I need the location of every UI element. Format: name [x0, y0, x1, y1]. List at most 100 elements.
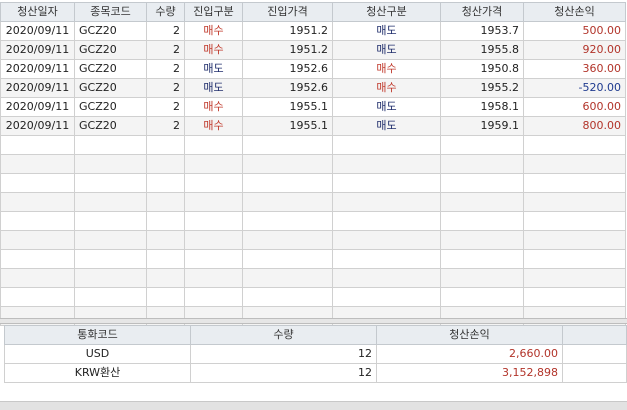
empty-cell: [146, 135, 185, 155]
empty-cell: [0, 268, 75, 288]
empty-cell: [523, 268, 626, 288]
col-header-entry-price[interactable]: 진입가격: [242, 2, 333, 22]
empty-row[interactable]: [0, 249, 626, 269]
table-row[interactable]: 2020/09/11 GCZ20 2 매도 1952.6 매수 1955.2 -520.00: [0, 78, 626, 98]
cell-entry-price: 1952.6: [242, 78, 333, 98]
col-header-pnl[interactable]: 청산손익: [523, 2, 626, 22]
cell-quantity: 2: [146, 21, 185, 41]
summary-header-quantity[interactable]: 수량: [190, 325, 377, 345]
empty-cell: [0, 135, 75, 155]
empty-cell: [332, 268, 441, 288]
col-header-exit-side[interactable]: 청산구분: [332, 2, 441, 22]
table-row[interactable]: 2020/09/11 GCZ20 2 매도 1952.6 매수 1950.8 360.00: [0, 59, 626, 79]
empty-cell: [146, 211, 185, 231]
summary-row[interactable]: USD 12 2,660.00: [4, 344, 627, 364]
empty-cell: [0, 173, 75, 193]
empty-cell: [332, 230, 441, 250]
cell-entry-side: 매수: [184, 40, 243, 60]
table-row[interactable]: 2020/09/11 GCZ20 2 매수 1951.2 매도 1955.8 920.00: [0, 40, 626, 60]
empty-cell: [74, 192, 147, 212]
col-header-quantity[interactable]: 수량: [146, 2, 185, 22]
summary-pnl: 3,152,898: [376, 363, 563, 383]
empty-row[interactable]: [0, 192, 626, 212]
empty-cell: [242, 287, 333, 307]
empty-cell: [440, 135, 524, 155]
empty-cell: [0, 287, 75, 307]
summary-row[interactable]: KRW환산 12 3,152,898: [4, 363, 627, 383]
cell-exit-price: 1950.8: [440, 59, 524, 79]
empty-cell: [440, 192, 524, 212]
cell-entry-price: 1955.1: [242, 116, 333, 136]
col-header-symbol[interactable]: 종목코드: [74, 2, 147, 22]
cell-entry-price: 1951.2: [242, 21, 333, 41]
empty-cell: [74, 230, 147, 250]
col-header-settle-date[interactable]: 청산일자: [0, 2, 75, 22]
empty-row[interactable]: [0, 135, 626, 155]
empty-cell: [0, 230, 75, 250]
cell-quantity: 2: [146, 116, 185, 136]
empty-cell: [332, 173, 441, 193]
empty-cell: [523, 211, 626, 231]
empty-row[interactable]: [0, 154, 626, 174]
cell-exit-side: 매도: [332, 21, 441, 41]
empty-cell: [242, 192, 333, 212]
empty-cell: [184, 154, 243, 174]
summary-header-currency[interactable]: 통화코드: [4, 325, 191, 345]
table-row[interactable]: 2020/09/11 GCZ20 2 매수 1955.1 매도 1959.1 800.00: [0, 116, 626, 136]
empty-cell: [184, 287, 243, 307]
cell-symbol: GCZ20: [74, 97, 147, 117]
cell-exit-price: 1955.2: [440, 78, 524, 98]
empty-cell: [440, 211, 524, 231]
table-row[interactable]: 2020/09/11 GCZ20 2 매수 1951.2 매도 1953.7 500.00: [0, 21, 626, 41]
col-header-exit-price[interactable]: 청산가격: [440, 2, 524, 22]
empty-cell: [146, 230, 185, 250]
empty-row[interactable]: [0, 268, 626, 288]
empty-cell: [242, 154, 333, 174]
table-row[interactable]: 2020/09/11 GCZ20 2 매수 1955.1 매도 1958.1 600.00: [0, 97, 626, 117]
empty-cell: [523, 230, 626, 250]
empty-row[interactable]: [0, 211, 626, 231]
cell-exit-side: 매도: [332, 116, 441, 136]
empty-cell: [440, 173, 524, 193]
cell-symbol: GCZ20: [74, 21, 147, 41]
summary-header-blank: [562, 325, 627, 345]
cell-quantity: 2: [146, 59, 185, 79]
empty-cell: [523, 173, 626, 193]
empty-cell: [440, 287, 524, 307]
empty-cell: [332, 211, 441, 231]
cell-pnl: -520.00: [523, 78, 626, 98]
empty-cell: [332, 192, 441, 212]
empty-cell: [242, 268, 333, 288]
empty-cell: [332, 135, 441, 155]
empty-cell: [0, 249, 75, 269]
summary-currency: KRW환산: [4, 363, 191, 383]
summary-pnl: 2,660.00: [376, 344, 563, 364]
cell-settle-date: 2020/09/11: [0, 97, 75, 117]
empty-cell: [242, 211, 333, 231]
cell-exit-side: 매도: [332, 97, 441, 117]
col-header-entry-side[interactable]: 진입구분: [184, 2, 243, 22]
empty-row[interactable]: [0, 287, 626, 307]
cell-exit-price: 1958.1: [440, 97, 524, 117]
table-header-row: 청산일자 종목코드 수량 진입구분 진입가격 청산구분 청산가격 청산손익: [0, 2, 626, 22]
empty-cell: [0, 192, 75, 212]
empty-cell: [523, 135, 626, 155]
empty-row[interactable]: [0, 230, 626, 250]
cell-entry-side: 매수: [184, 97, 243, 117]
empty-row[interactable]: [0, 173, 626, 193]
empty-cell: [332, 154, 441, 174]
empty-cell: [146, 173, 185, 193]
empty-cell: [74, 135, 147, 155]
empty-cell: [242, 135, 333, 155]
empty-cell: [184, 249, 243, 269]
empty-cell: [242, 173, 333, 193]
empty-cell: [440, 268, 524, 288]
cell-symbol: GCZ20: [74, 59, 147, 79]
empty-cell: [523, 154, 626, 174]
empty-cell: [0, 211, 75, 231]
empty-cell: [242, 249, 333, 269]
panel-splitter[interactable]: [0, 318, 627, 324]
summary-quantity: 12: [190, 344, 377, 364]
cell-settle-date: 2020/09/11: [0, 40, 75, 60]
summary-header-pnl[interactable]: 청산손익: [376, 325, 563, 345]
